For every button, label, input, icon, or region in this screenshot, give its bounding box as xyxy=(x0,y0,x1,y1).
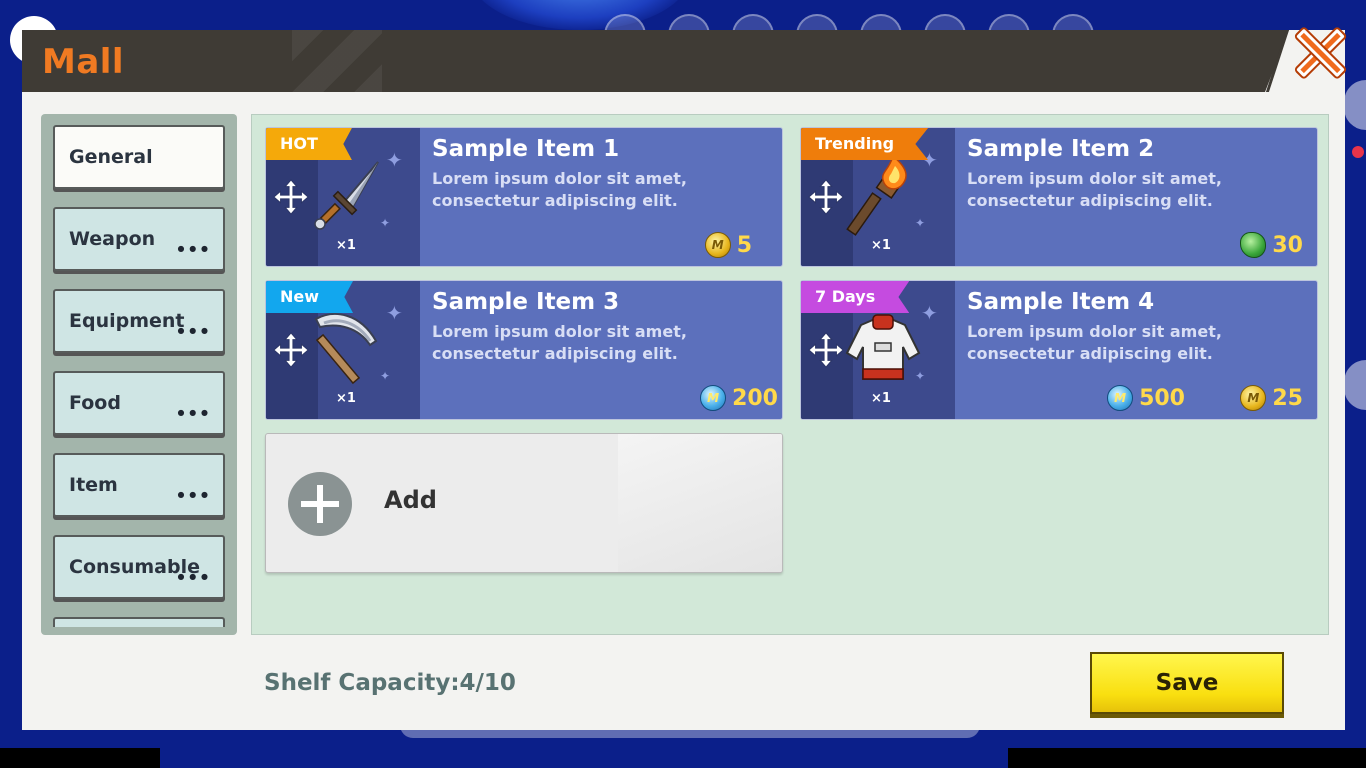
move-icon[interactable] xyxy=(272,331,310,369)
blue-coin-icon: M xyxy=(700,385,727,411)
item-price: M 500 xyxy=(1107,385,1185,411)
dagger-icon xyxy=(314,161,379,230)
item-description: Lorem ipsum dolor sit amet, consectetur … xyxy=(432,169,687,210)
category-consumable[interactable]: Consumable xyxy=(53,535,225,599)
category-item[interactable]: Item xyxy=(53,453,225,517)
item-name: Sample Item 4 xyxy=(967,289,1155,315)
item-price: M5 xyxy=(704,232,752,258)
badge-7-days: 7 Days xyxy=(801,281,910,313)
category-label: Equipment xyxy=(69,310,185,332)
item-name: Sample Item 2 xyxy=(967,136,1155,162)
category-food[interactable]: Food xyxy=(53,371,225,435)
item-description: Lorem ipsum dolor sit amet, consectetur … xyxy=(432,322,687,363)
category-list: General Weapon Equipment Food Item Consu… xyxy=(41,114,237,635)
torch-icon xyxy=(846,154,907,236)
more-icon[interactable] xyxy=(177,239,209,255)
shelf-item-4[interactable]: ✦ ✦ 7 Days ×1 Sample Item 4 Lorem ipsum d… xyxy=(800,280,1318,420)
item-name: Sample Item 1 xyxy=(432,136,620,162)
item-description: Lorem ipsum dolor sit amet, consectetur … xyxy=(967,322,1222,363)
blue-coin-icon: M xyxy=(1107,385,1134,411)
jacket-icon xyxy=(845,314,921,380)
side-button[interactable] xyxy=(1344,80,1366,130)
item-price: M 25 xyxy=(1240,385,1303,411)
save-button[interactable]: Save xyxy=(1090,652,1284,714)
item-quantity: ×1 xyxy=(336,238,356,253)
shelf-item-1[interactable]: ✦ ✦ HOT ×1 Sample Item 1 Lorem ipsum dolo… xyxy=(265,127,783,267)
category-general[interactable]: General xyxy=(53,125,225,189)
side-button[interactable] xyxy=(1344,360,1366,410)
gold-coin-icon: M xyxy=(704,232,731,258)
plus-icon xyxy=(288,472,352,536)
move-icon[interactable] xyxy=(807,178,845,216)
more-icon[interactable] xyxy=(177,403,209,419)
add-label: Add xyxy=(384,486,437,514)
item-description: Lorem ipsum dolor sit amet, consectetur … xyxy=(967,169,1222,210)
category-label: Food xyxy=(69,392,121,414)
shelf-item-2[interactable]: ✦ ✦ Trending ×1 Sample Item 2 Lorem ipsum… xyxy=(800,127,1318,267)
more-icon[interactable] xyxy=(177,567,209,583)
badge-hot: HOT xyxy=(266,128,352,160)
shelf-capacity: Shelf Capacity:4/10 xyxy=(264,670,516,696)
more-icon[interactable] xyxy=(177,485,209,501)
category-weapon[interactable]: Weapon xyxy=(53,207,225,271)
badge-new: New xyxy=(266,281,354,313)
category-label: Weapon xyxy=(69,228,156,250)
close-icon[interactable] xyxy=(1287,22,1349,84)
badge-trending: Trending xyxy=(801,128,929,160)
category-label: Item xyxy=(69,474,118,496)
title-bar: Mall xyxy=(22,30,1345,92)
shelf-grid: ✦ ✦ HOT ×1 Sample Item 1 Lorem ipsum dolo… xyxy=(251,114,1329,635)
move-icon[interactable] xyxy=(272,178,310,216)
item-price: M 200 xyxy=(700,385,778,411)
item-name: Sample Item 3 xyxy=(432,289,620,315)
add-item-button[interactable]: Add xyxy=(265,433,783,573)
move-icon[interactable] xyxy=(807,331,845,369)
notification-dot xyxy=(1352,146,1364,158)
item-quantity: ×1 xyxy=(871,238,891,253)
pickaxe-icon xyxy=(314,313,378,385)
category-label: General xyxy=(69,146,153,168)
dialog-title: Mall xyxy=(42,42,125,82)
category-equipment[interactable]: Equipment xyxy=(53,289,225,353)
mall-dialog: Mall General Weapon Equipment Food Item … xyxy=(22,28,1345,730)
more-icon[interactable] xyxy=(177,321,209,337)
item-quantity: ×1 xyxy=(336,391,356,406)
gold-coin-icon: M xyxy=(1240,385,1267,411)
item-quantity: ×1 xyxy=(871,391,891,406)
item-price: 30 xyxy=(1240,232,1303,258)
green-gem-icon xyxy=(1240,232,1267,258)
shelf-item-3[interactable]: ✦ ✦ New ×1 Sample Item 3 Lorem ipsum dolo… xyxy=(265,280,783,420)
